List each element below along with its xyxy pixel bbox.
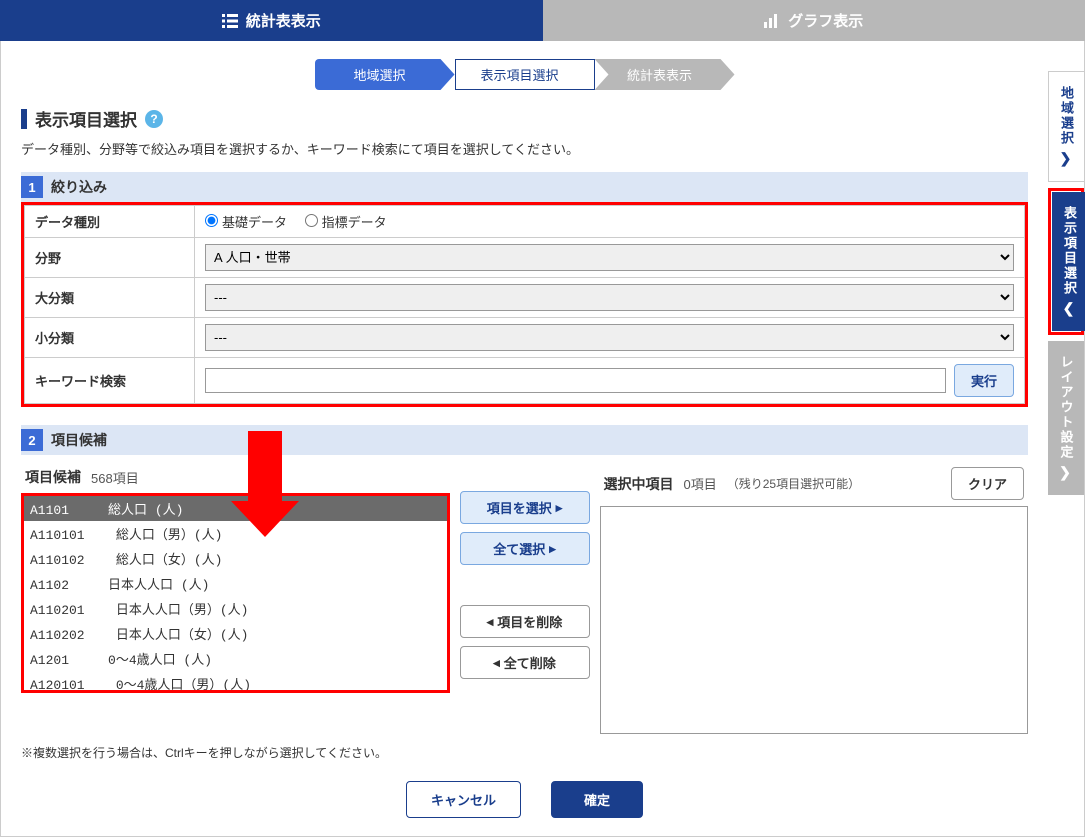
annotation-arrow-icon	[231, 431, 299, 537]
candidates-left-count: 568項目	[91, 468, 139, 487]
side-panel-item[interactable]: 表示項目選択 ❮	[1052, 192, 1085, 331]
clear-button[interactable]: クリア	[951, 467, 1024, 500]
chevron-right-icon: ▸	[556, 500, 563, 516]
chevron-left-icon: ◂	[487, 614, 494, 630]
tab-stat-table[interactable]: 統計表表示	[0, 0, 543, 41]
cancel-button[interactable]: キャンセル	[406, 781, 521, 818]
selected-count: 0項目	[684, 474, 717, 493]
chevron-right-icon: ❯	[1059, 464, 1073, 481]
side-panels: 地域選択 ❯ 表示項目選択 ❮ レイアウト設定 ❯	[1048, 41, 1084, 836]
list-item[interactable]: A110201 日本人人口（男）(人)	[24, 596, 447, 621]
filter-header-label: 絞り込み	[51, 177, 107, 197]
step-item[interactable]: 表示項目選択	[455, 59, 595, 90]
bar-chart-icon	[764, 14, 780, 28]
tab-graph[interactable]: グラフ表示	[543, 0, 1085, 41]
radio-basic[interactable]: 基礎データ	[205, 215, 287, 230]
title-bar-icon	[21, 109, 27, 129]
keyword-input[interactable]	[205, 368, 946, 393]
minor-select[interactable]: ---	[205, 324, 1014, 351]
remove-item-button[interactable]: ◂項目を削除	[460, 605, 590, 638]
chevron-left-icon: ❮	[1063, 300, 1077, 317]
step-table: 統計表表示	[595, 59, 735, 90]
list-icon	[222, 14, 238, 28]
filter-header: 1 絞り込み	[21, 172, 1028, 202]
top-tabs: 統計表表示 グラフ表示	[0, 0, 1085, 41]
selected-title: 選択中項目	[604, 474, 674, 494]
field-select[interactable]: A 人口・世帯	[205, 244, 1014, 271]
side-panel-item-highlight: 表示項目選択 ❮	[1048, 188, 1084, 335]
filter-box-highlight: データ種別 基礎データ 指標データ 分野 A 人口・世帯 大分類	[21, 202, 1028, 407]
chevron-right-icon: ▸	[549, 541, 556, 557]
keyword-search-button[interactable]: 実行	[954, 364, 1014, 397]
breadcrumb: 地域選択 表示項目選択 統計表表示	[21, 59, 1028, 90]
field-label: 分野	[25, 238, 195, 278]
filter-header-num: 1	[21, 176, 43, 198]
radio-indicator[interactable]: 指標データ	[305, 215, 387, 230]
multi-select-note: ※複数選択を行う場合は、Ctrlキーを押しながら選択してください。	[21, 744, 1028, 761]
tab-graph-label: グラフ表示	[788, 10, 863, 31]
major-label: 大分類	[25, 278, 195, 318]
minor-label: 小分類	[25, 318, 195, 358]
page-title: 表示項目選択	[35, 106, 137, 131]
help-icon[interactable]: ?	[145, 110, 163, 128]
list-item[interactable]: A110202 日本人人口（女）(人)	[24, 621, 447, 646]
keyword-label: キーワード検索	[25, 358, 195, 404]
side-panel-layout[interactable]: レイアウト設定 ❯	[1048, 341, 1084, 495]
tab-stat-table-label: 統計表表示	[246, 10, 321, 31]
list-item[interactable]: A1102 日本人人口 (人)	[24, 571, 447, 596]
confirm-button[interactable]: 確定	[551, 781, 643, 818]
major-select[interactable]: ---	[205, 284, 1014, 311]
list-item[interactable]: A1201 0～4歳人口 (人)	[24, 646, 447, 671]
list-item[interactable]: A120101 0～4歳人口（男）(人)	[24, 671, 447, 693]
candidates-header-num: 2	[21, 429, 43, 451]
selected-remain: （残り25項目選択可能）	[727, 475, 860, 492]
section-title: 表示項目選択 ?	[21, 106, 1028, 131]
list-item[interactable]: A110102 総人口（女）(人)	[24, 546, 447, 571]
candidates-header-label: 項目候補	[51, 430, 107, 450]
instruction-text: データ種別、分野等で絞込み項目を選択するか、キーワード検索にて項目を選択してくだ…	[21, 139, 1028, 158]
chevron-left-icon: ◂	[493, 655, 500, 671]
select-item-button[interactable]: 項目を選択▸	[460, 491, 590, 524]
selected-header: 選択中項目 0項目 （残り25項目選択可能） クリア	[600, 461, 1029, 506]
data-type-label: データ種別	[25, 206, 195, 238]
side-panel-region[interactable]: 地域選択 ❯	[1048, 71, 1084, 182]
select-all-button[interactable]: 全て選択▸	[460, 532, 590, 565]
chevron-right-icon: ❯	[1060, 150, 1074, 167]
candidates-header: 2 項目候補	[21, 425, 1028, 455]
selected-list[interactable]	[600, 506, 1029, 734]
remove-all-button[interactable]: ◂全て削除	[460, 646, 590, 679]
candidates-left-title: 項目候補	[25, 467, 81, 487]
step-region[interactable]: 地域選択	[315, 59, 455, 90]
